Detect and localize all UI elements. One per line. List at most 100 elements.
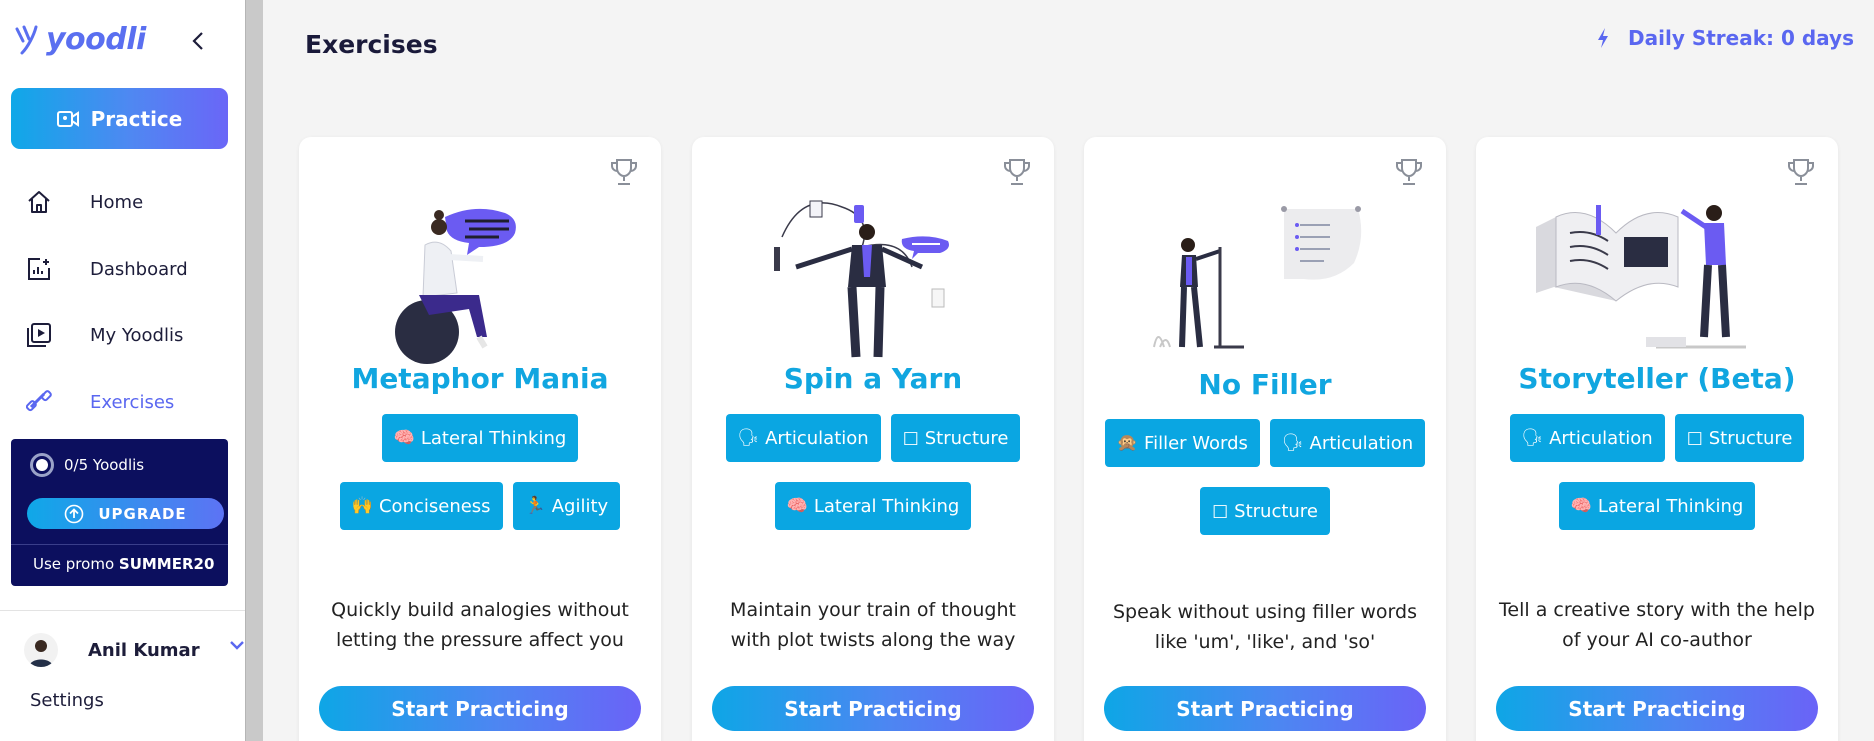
card-description: Speak without using filler words like 'u… (1113, 601, 1417, 653)
tag-structure[interactable]: □ Structure (1674, 414, 1805, 462)
start-practicing-button[interactable]: Start Practicing (1496, 686, 1818, 731)
speaking-head-icon: 🗣 (1521, 428, 1544, 448)
promo-code: SUMMER20 (118, 555, 215, 573)
sidebar-item-exercises[interactable]: Exercises (24, 380, 234, 424)
home-icon (24, 187, 54, 217)
tag-lateral-thinking[interactable]: 🧠 Lateral Thinking (774, 482, 972, 530)
tag-articulation[interactable]: 🗣 Articulation (1269, 419, 1426, 467)
tag-label: Lateral Thinking (420, 427, 567, 449)
tag-label: Structure (1234, 500, 1318, 522)
woman-with-giant-book-illustration (1536, 205, 1746, 349)
avatar (24, 633, 58, 667)
raised-hands-icon: 🙌 (351, 496, 373, 516)
tag-articulation[interactable]: 🗣 Articulation (1509, 414, 1665, 462)
trophy-icon[interactable] (609, 157, 639, 191)
brain-icon: 🧠 (786, 496, 808, 516)
tag-label: Articulation (1549, 427, 1653, 449)
card-title: Storyteller (Beta) (1518, 362, 1796, 395)
tag-lateral-thinking[interactable]: 🧠 Lateral Thinking (1558, 482, 1756, 530)
tag-label: Filler Words (1144, 432, 1248, 454)
exercise-card-metaphor-mania[interactable]: Metaphor Mania 🧠 Lateral Thinking 🙌 Concis… (299, 137, 661, 741)
yoodli-quota: 0/5 Yoodlis (30, 453, 144, 477)
trophy-icon[interactable] (1394, 157, 1424, 191)
page-title: Exercises (305, 30, 438, 59)
chevron-left-icon (192, 32, 203, 50)
sidebar-scrollbar[interactable] (245, 0, 263, 741)
dashboard-icon (24, 254, 54, 284)
sidebar-item-dashboard[interactable]: Dashboard (24, 247, 234, 291)
sidebar-item-label: Home (90, 191, 144, 213)
speak-no-evil-icon: 🙊 (1116, 433, 1139, 453)
user-name: Anil Kumar (88, 639, 200, 661)
tag-structure[interactable]: □ Structure (1200, 487, 1330, 535)
tag-label: Lateral Thinking (1597, 495, 1744, 517)
tag-structure[interactable]: □ Structure (890, 414, 1021, 462)
structure-icon: □ (1686, 428, 1703, 448)
video-library-icon (24, 320, 54, 350)
woman-presenting-illustration (1153, 206, 1362, 349)
tag-label: Agility (551, 495, 609, 517)
man-juggling-ideas-illustration (774, 200, 949, 358)
start-practicing-button[interactable]: Start Practicing (712, 686, 1034, 731)
exercise-card-no-filler[interactable]: No Filler 🙊 Filler Words 🗣 Articulation □ S… (1084, 137, 1446, 741)
sidebar-item-home[interactable]: Home (24, 180, 234, 224)
tag-label: Articulation (765, 427, 869, 449)
exercise-card-storyteller[interactable]: Storyteller (Beta) 🗣 Articulation □ Struct… (1476, 137, 1838, 741)
sidebar-item-label: Exercises (90, 391, 175, 413)
tag-articulation[interactable]: 🗣 Articulation (725, 414, 881, 462)
woman-thinking-illustration (395, 208, 516, 364)
tag-agility[interactable]: 🏃 Agility (512, 482, 621, 530)
sidebar-item-label: Dashboard (90, 258, 188, 280)
start-practicing-button[interactable]: Start Practicing (319, 686, 641, 731)
structure-icon: □ (1212, 501, 1229, 521)
trophy-icon[interactable] (1002, 157, 1032, 191)
card-title: Metaphor Mania (351, 362, 609, 395)
promo-prefix: Use promo (33, 555, 119, 573)
lightning-icon (1598, 28, 1609, 48)
chevron-down-icon (230, 641, 244, 650)
collapse-sidebar-button[interactable] (186, 28, 210, 54)
exercise-card-spin-a-yarn[interactable]: Spin a Yarn 🗣 Articulation □ Structure 🧠 La… (692, 137, 1054, 741)
brain-icon: 🧠 (393, 428, 415, 448)
brain-icon: 🧠 (1570, 496, 1592, 516)
skill-tags: 🗣 Articulation □ Structure 🧠 Lateral Thinki… (712, 414, 1034, 530)
tag-label: Articulation (1309, 432, 1414, 454)
card-title: No Filler (1198, 368, 1332, 401)
user-menu[interactable]: Anil Kumar (24, 632, 244, 668)
video-camera-icon (56, 110, 79, 127)
skill-tags: 🗣 Articulation □ Structure 🧠 Lateral Thinki… (1496, 414, 1818, 530)
tag-conciseness[interactable]: 🙌 Conciseness (339, 482, 503, 530)
practice-button[interactable]: Practice (11, 88, 228, 149)
dumbbell-icon (24, 387, 54, 417)
upgrade-button[interactable]: UPGRADE (27, 498, 224, 529)
tag-lateral-thinking[interactable]: 🧠 Lateral Thinking (381, 414, 579, 462)
daily-streak: Daily Streak: 0 days (1596, 26, 1854, 50)
logo-text: yoodli (46, 22, 146, 57)
card-description: Tell a creative story with the help of y… (1499, 599, 1815, 651)
streak-text: Daily Streak: 0 days (1628, 26, 1854, 50)
yoodli-logo-icon (15, 25, 38, 54)
sidebar-item-label: My Yoodlis (90, 324, 184, 346)
upload-icon (65, 504, 84, 523)
skill-tags: 🙊 Filler Words 🗣 Articulation □ Structure (1104, 419, 1426, 535)
practice-label: Practice (90, 106, 183, 131)
tag-filler-words[interactable]: 🙊 Filler Words (1104, 419, 1260, 467)
skill-tags: 🧠 Lateral Thinking 🙌 Conciseness 🏃 Agility (319, 414, 641, 530)
card-title: Spin a Yarn (783, 362, 963, 395)
yoodli-logo[interactable]: yoodli (14, 22, 146, 57)
divider (11, 544, 228, 545)
structure-icon: □ (902, 428, 919, 448)
progress-ring-icon (30, 453, 54, 477)
start-practicing-button[interactable]: Start Practicing (1104, 686, 1426, 731)
settings-link[interactable]: Settings (30, 690, 104, 711)
trophy-icon[interactable] (1786, 157, 1816, 191)
speaking-head-icon: 🗣 (737, 428, 760, 448)
quota-text: 0/5 Yoodlis (64, 456, 145, 474)
card-description: Quickly build analogies without letting … (331, 599, 629, 651)
runner-icon: 🏃 (524, 496, 546, 516)
tag-label: Structure (1708, 427, 1793, 449)
sidebar-item-my-yoodlis[interactable]: My Yoodlis (24, 313, 234, 357)
promo-code-text: Use promo SUMMER20 (33, 555, 214, 573)
card-description: Maintain your train of thought with plot… (730, 599, 1016, 651)
tag-label: Conciseness (378, 495, 491, 517)
